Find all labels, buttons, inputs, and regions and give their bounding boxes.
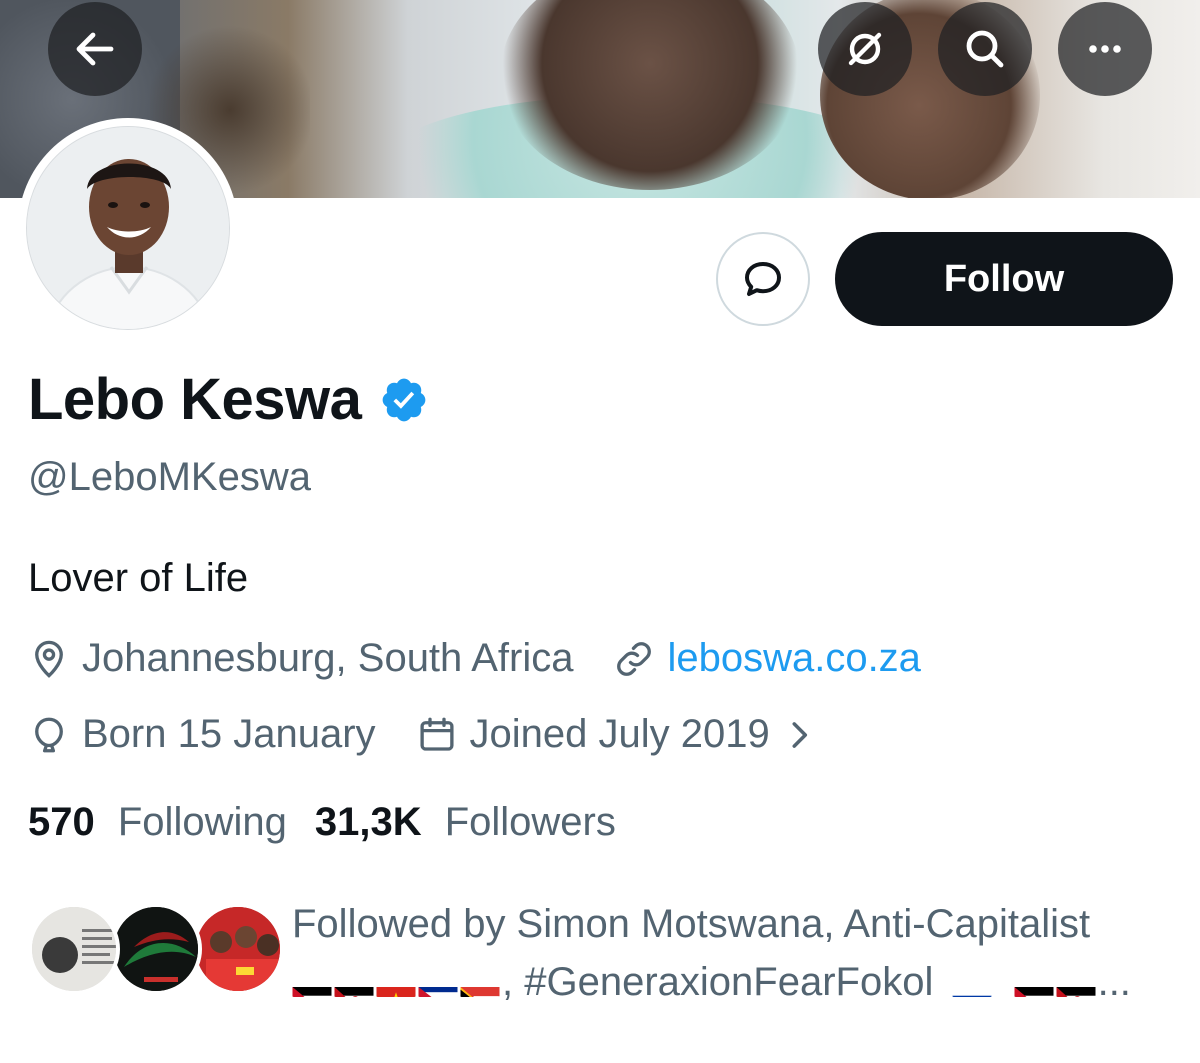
followed-by-ellipsis: ... xyxy=(1097,960,1131,1004)
search-icon xyxy=(966,30,1004,68)
link-icon xyxy=(617,641,652,676)
message-bubble-icon xyxy=(745,262,781,296)
verified-badge-icon[interactable] xyxy=(379,375,429,425)
profile-avatar[interactable] xyxy=(18,118,238,338)
back-button[interactable] xyxy=(48,2,142,96)
search-button[interactable] xyxy=(938,2,1032,96)
followed-by-line-1: Followed by Simon Motswana, Anti-Capital… xyxy=(292,902,1091,946)
followers-count: 31,3K xyxy=(314,800,422,844)
western-sahara-flag-icon xyxy=(1056,971,1096,998)
following-label: Following xyxy=(117,800,287,844)
follow-button[interactable]: Follow xyxy=(835,232,1173,326)
more-horizontal-icon xyxy=(1089,45,1121,53)
chevron-right-icon xyxy=(792,721,807,748)
joined-text: Joined July 2019 xyxy=(469,712,770,756)
location-text: Johannesburg, South Africa xyxy=(82,636,574,680)
website-link[interactable]: leboswa.co.za xyxy=(667,636,920,681)
profile-handle: @LeboMKeswa xyxy=(28,455,311,499)
follower-avatar xyxy=(28,903,120,995)
location-item: Johannesburg, South Africa xyxy=(28,636,573,681)
followed-by-line-2: , #GeneraxionFearFokol ... xyxy=(292,953,1182,1011)
south-africa-flag-icon xyxy=(460,971,500,998)
profile-name-row: Lebo Keswa xyxy=(28,366,429,433)
slash-circle-icon xyxy=(848,32,882,66)
follower-avatar xyxy=(110,903,202,995)
arrow-left-icon xyxy=(76,32,114,66)
more-button[interactable] xyxy=(1058,2,1152,96)
following-stat[interactable]: 570 Following xyxy=(28,800,287,845)
avatar xyxy=(26,126,230,330)
profile-meta-row-2: Born 15 January Joined July 2019 xyxy=(28,712,818,757)
joined-item[interactable]: Joined July 2019 xyxy=(416,712,818,757)
grok-button[interactable] xyxy=(818,2,912,96)
cuba-flag-icon xyxy=(418,971,458,998)
followed-by-text[interactable]: Followed by Simon Motswana, Anti-Capital… xyxy=(292,895,1182,1011)
vietnam-flag-icon xyxy=(376,971,416,998)
location-pin-icon xyxy=(35,640,63,678)
palestine-flag-icon xyxy=(292,971,332,998)
balloon-icon xyxy=(35,717,63,752)
palestine-flag-icon xyxy=(1014,971,1054,998)
website-item[interactable]: leboswa.co.za xyxy=(613,636,921,681)
message-button[interactable] xyxy=(716,232,810,326)
followed-by-names: , #GeneraxionFearFokol xyxy=(502,960,934,1004)
followers-label: Followers xyxy=(444,800,616,844)
russia-flag-icon xyxy=(952,971,992,998)
calendar-icon xyxy=(419,717,454,751)
follower-avatar xyxy=(192,903,284,995)
profile-name: Lebo Keswa xyxy=(28,367,362,432)
profile-stats: 570 Following 31,3K Followers xyxy=(28,800,644,845)
birthday-text: Born 15 January xyxy=(82,712,376,756)
profile-meta-row-1: Johannesburg, South Africa leboswa.co.za xyxy=(28,636,921,681)
followers-stat[interactable]: 31,3K Followers xyxy=(315,800,616,845)
following-count: 570 xyxy=(28,800,95,844)
western-sahara-flag-icon xyxy=(334,971,374,998)
birthday-item: Born 15 January xyxy=(28,712,376,757)
profile-bio: Lover of Life xyxy=(28,556,249,600)
